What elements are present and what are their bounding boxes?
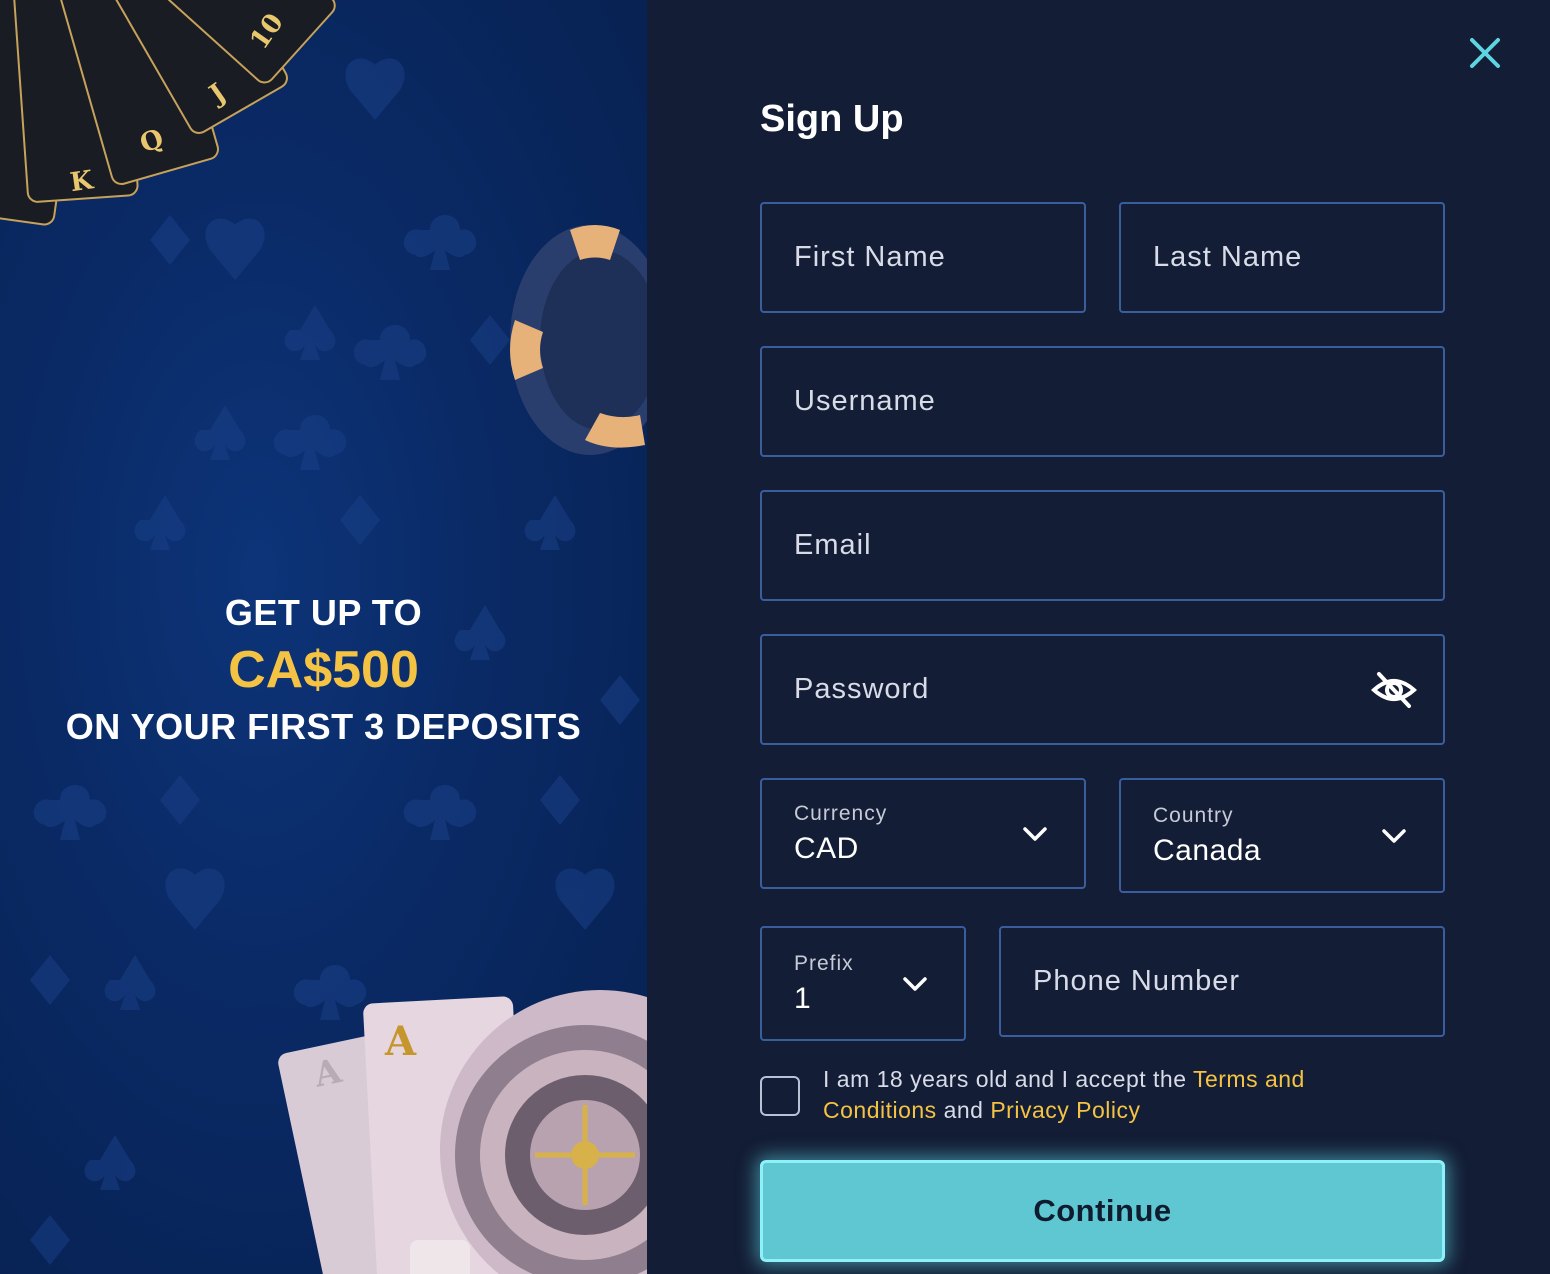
eye-slash-icon[interactable]: [1371, 670, 1417, 710]
terms-checkbox[interactable]: [760, 1076, 800, 1116]
bottom-cards-roulette: A A: [278, 990, 647, 1274]
phone-number-field[interactable]: Phone Number: [999, 926, 1445, 1037]
page-title: Sign Up: [760, 98, 904, 140]
svg-text:A: A: [384, 1018, 417, 1065]
first-name-placeholder: First Name: [794, 241, 946, 273]
terms-text: I am 18 years old and I accept the Terms…: [823, 1064, 1423, 1126]
currency-label: Currency: [794, 801, 888, 825]
password-placeholder: Password: [794, 673, 930, 705]
currency-select[interactable]: Currency CAD: [760, 778, 1086, 889]
last-name-placeholder: Last Name: [1153, 241, 1303, 273]
promo-panel: K Q J 10 A A GET UP TO CA$500 ON YOUR FI…: [0, 0, 647, 1274]
continue-label: Continue: [1033, 1193, 1172, 1228]
terms-text-middle: and: [936, 1097, 991, 1123]
username-placeholder: Username: [794, 385, 936, 417]
promo-headline: GET UP TO: [224, 592, 423, 633]
playing-cards-fan: [0, 0, 336, 226]
close-icon: [1470, 38, 1500, 68]
currency-value: CAD: [794, 831, 859, 865]
prefix-value: 1: [794, 981, 812, 1015]
phone-number-placeholder: Phone Number: [1033, 965, 1241, 997]
promo-amount: CA$500: [228, 641, 419, 699]
country-select[interactable]: Country Canada: [1119, 778, 1445, 893]
promo-text: GET UP TO CA$500 ON YOUR FIRST 3 DEPOSIT…: [0, 592, 647, 748]
first-name-field[interactable]: First Name: [760, 202, 1086, 313]
chevron-down-icon: [1023, 826, 1047, 841]
country-value: Canada: [1153, 833, 1262, 867]
prefix-label: Prefix: [794, 951, 854, 975]
prefix-select[interactable]: Prefix 1: [760, 926, 966, 1041]
country-label: Country: [1153, 803, 1234, 827]
poker-chip: [510, 225, 647, 455]
last-name-field[interactable]: Last Name: [1119, 202, 1445, 313]
privacy-link[interactable]: Privacy Policy: [990, 1097, 1140, 1123]
promo-subline: ON YOUR FIRST 3 DEPOSITS: [65, 706, 582, 747]
continue-button[interactable]: Continue: [760, 1160, 1445, 1262]
username-field[interactable]: Username: [760, 346, 1445, 457]
chevron-down-icon: [1382, 828, 1406, 843]
email-field[interactable]: Email: [760, 490, 1445, 601]
chevron-down-icon: [903, 976, 927, 991]
terms-text-before: I am 18 years old and I accept the: [823, 1066, 1193, 1092]
email-placeholder: Email: [794, 529, 872, 561]
password-field[interactable]: Password: [760, 634, 1445, 745]
close-button[interactable]: [1465, 33, 1505, 73]
